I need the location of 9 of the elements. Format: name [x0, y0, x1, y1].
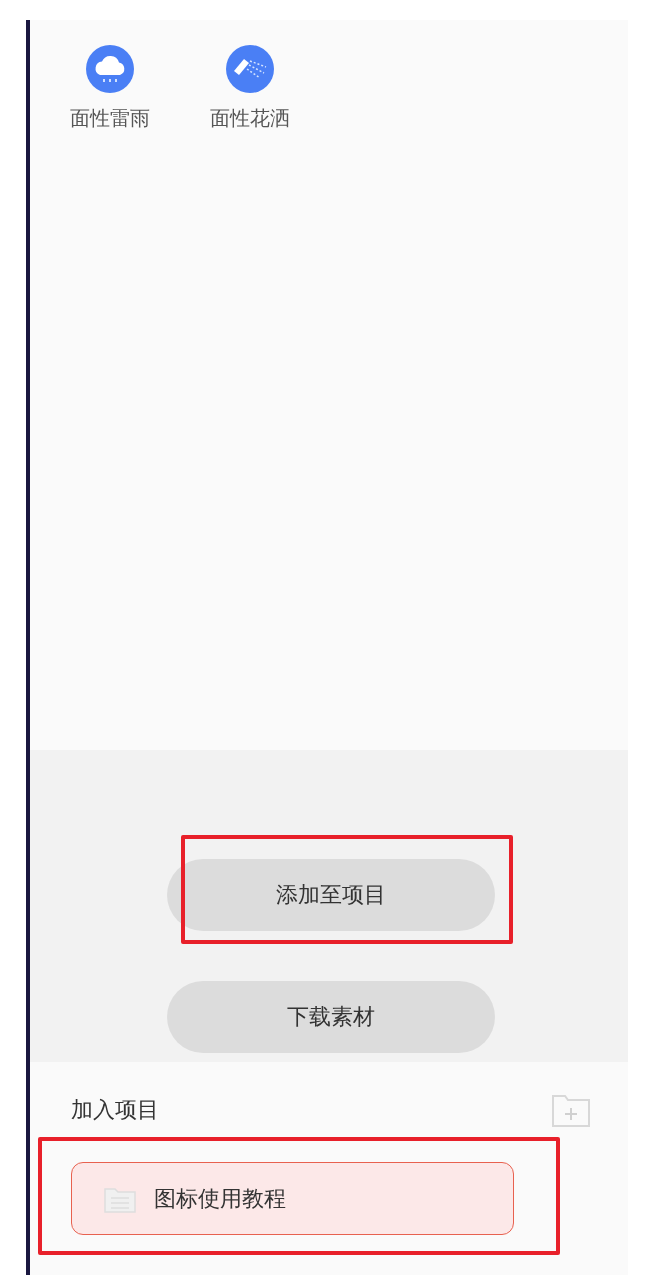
cloud-rain-icon [86, 45, 134, 93]
shower-icon [226, 45, 274, 93]
icon-label: 面性花洒 [210, 105, 290, 132]
project-item[interactable]: 图标使用教程 [71, 1162, 514, 1235]
section-title: 加入项目 [71, 1096, 159, 1124]
pill-button[interactable]: 下载素材 [167, 981, 495, 1053]
pill-button[interactable]: 添加至项目 [167, 859, 495, 931]
folder-plus-icon[interactable] [552, 1093, 590, 1127]
icon-label: 面性雷雨 [70, 105, 150, 132]
